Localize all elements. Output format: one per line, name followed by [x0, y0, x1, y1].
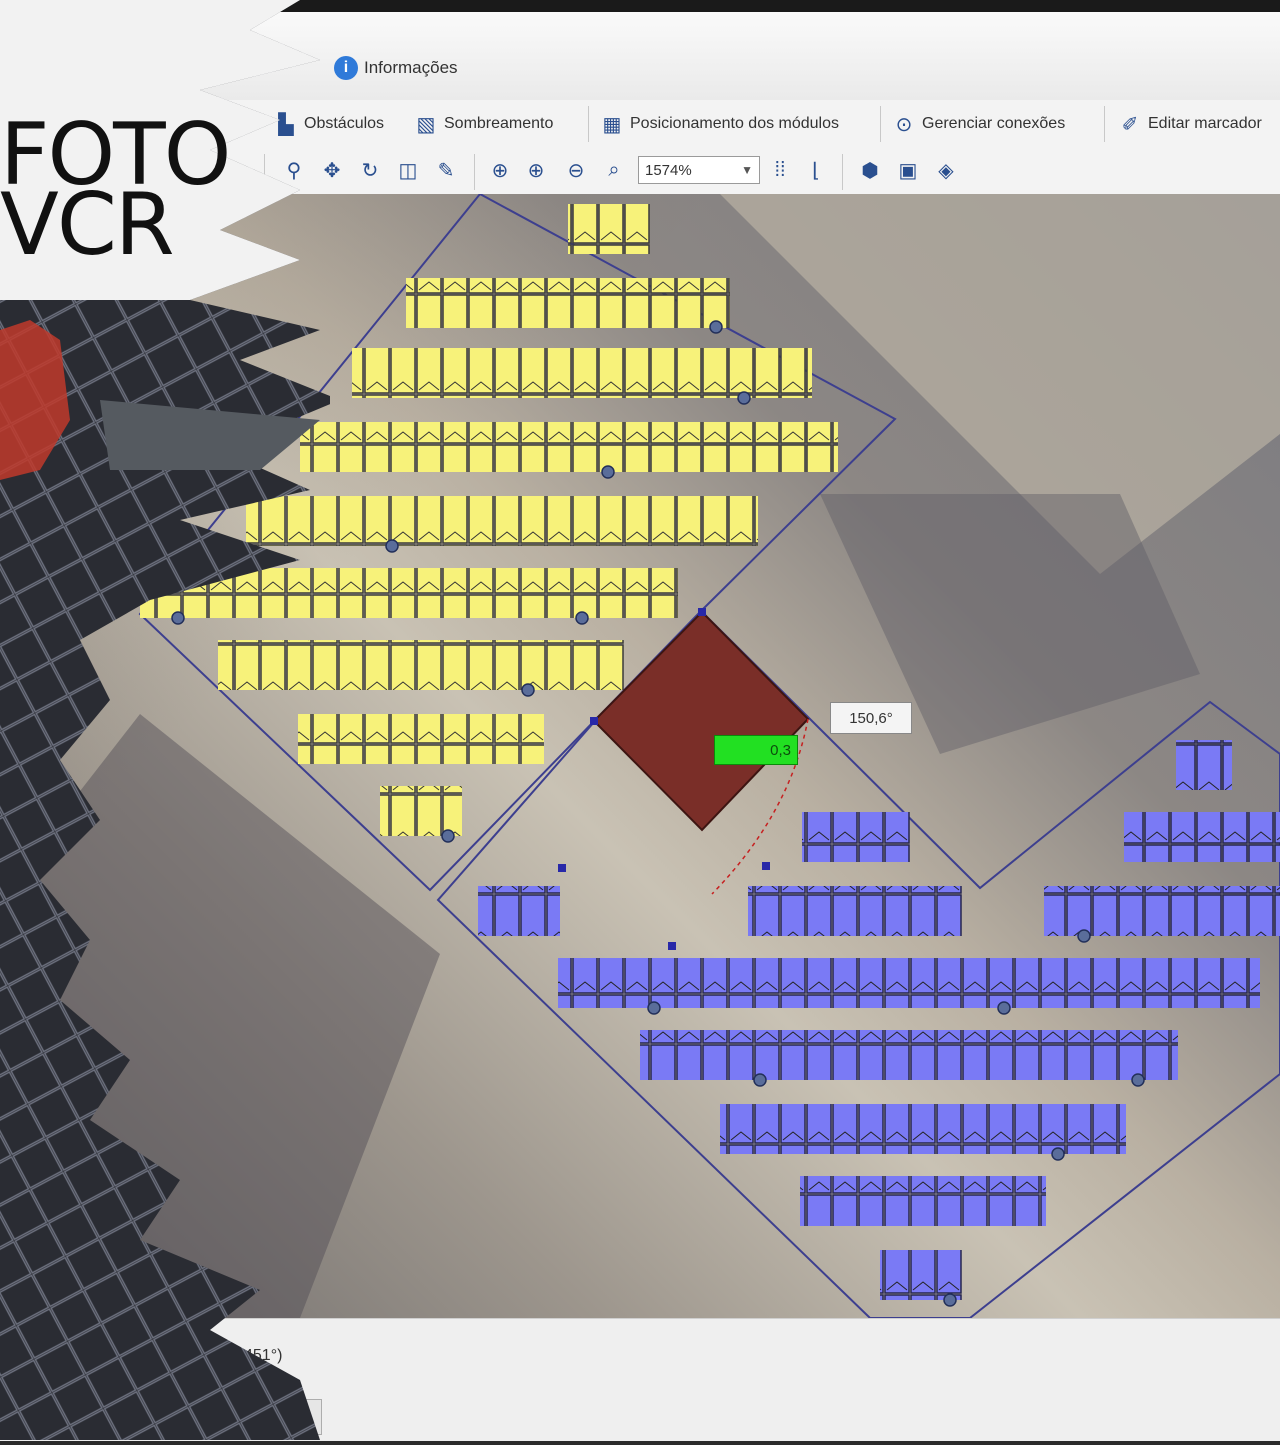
undo-icon[interactable]: ↶: [194, 158, 218, 182]
advance-button[interactable]: nçar: [244, 1399, 322, 1435]
window-titlebar: [0, 0, 1280, 12]
status-bar: 451°) nçar: [0, 1318, 1280, 1441]
zoom-in-icon[interactable]: ⊕: [524, 158, 548, 182]
blue-module-row[interactable]: [478, 886, 560, 936]
angle-readout: 150,6°: [830, 702, 912, 734]
toolbar-separator: [474, 154, 475, 190]
obstacle-height-input[interactable]: 0,3: [714, 735, 798, 765]
toolbar-separator: [264, 154, 265, 190]
menu-info-label: Informações: [364, 58, 458, 77]
connections-icon: ⊙: [895, 113, 913, 136]
toolbar-separator: [588, 106, 589, 142]
edit-marker-icon: ✐: [1121, 113, 1139, 136]
pencil-icon[interactable]: ✎: [434, 158, 458, 182]
manage-connections-label: Gerenciar conexões: [922, 115, 1066, 132]
view-3d-icon[interactable]: ⬢: [858, 158, 882, 182]
yellow-module-row[interactable]: [300, 422, 838, 472]
design-canvas[interactable]: 150,6° 0,3: [0, 194, 1280, 1318]
yellow-module-row[interactable]: [352, 348, 812, 398]
rotate-icon[interactable]: ↻: [358, 158, 382, 182]
globe-icon[interactable]: ◈: [934, 158, 958, 182]
app-window: i Informações metria ✎ áreas ▙ Obstáculo…: [0, 0, 1280, 1441]
main-toolbar: metria ✎ áreas ▙ Obstáculos ▧ Sombreamen…: [0, 100, 1280, 149]
blue-module-row[interactable]: [1124, 812, 1280, 862]
menu-info[interactable]: i Informações: [334, 56, 458, 80]
yellow-module-row[interactable]: [298, 714, 544, 764]
axis-icon[interactable]: ⌊: [804, 158, 828, 182]
select-icon[interactable]: ⚲: [282, 158, 306, 182]
zoom-value: 1574%: [645, 161, 692, 179]
layout-drawing: [0, 194, 1280, 1318]
zoom-out-icon[interactable]: ⊖: [564, 158, 588, 182]
toolbar-separator: [162, 106, 163, 142]
blue-module-row[interactable]: [802, 812, 910, 862]
obstacle-shape[interactable]: [592, 610, 810, 832]
geometry-button[interactable]: metria: [100, 110, 144, 138]
edit-markers-button[interactable]: ✐ Editar marcador: [1118, 110, 1262, 138]
toolbar-separator: [880, 106, 881, 142]
areas-label: áreas: [208, 115, 249, 132]
yellow-module-row[interactable]: [246, 496, 758, 546]
blue-module-row[interactable]: [880, 1250, 962, 1300]
status-text: 451°): [244, 1347, 283, 1364]
blue-module-row[interactable]: [800, 1176, 1046, 1226]
blue-module-row[interactable]: [558, 958, 1260, 1008]
yellow-module-row[interactable]: [140, 568, 678, 618]
areas-button[interactable]: ✎ áreas: [178, 110, 248, 138]
move-icon[interactable]: ✥: [320, 158, 344, 182]
shading-icon: ▧: [416, 113, 436, 136]
toolbar-separator: [842, 154, 843, 190]
edit-markers-label: Editar marcador: [1148, 115, 1262, 132]
grid-icon[interactable]: ⁞⁞: [768, 158, 792, 182]
toolbar-separator: [1104, 106, 1105, 142]
module-positioning-label: Posicionamento dos módulos: [630, 115, 840, 132]
blue-module-row[interactable]: [640, 1030, 1178, 1080]
chevron-down-icon: ▼: [741, 163, 753, 177]
blue-module-row[interactable]: [748, 886, 962, 936]
shading-label: Sombreamento: [444, 115, 554, 132]
zoom-fit-icon[interactable]: ⊕: [488, 158, 512, 182]
manage-connections-button[interactable]: ⊙ Gerenciar conexões: [892, 110, 1066, 138]
yellow-module-row[interactable]: [380, 786, 462, 836]
geometry-label: metria: [100, 115, 145, 132]
yellow-module-row[interactable]: [218, 640, 624, 690]
blue-module-row[interactable]: [1176, 740, 1232, 790]
blue-module-row[interactable]: [1044, 886, 1280, 936]
obstacles-button[interactable]: ▙ Obstáculos: [274, 110, 384, 138]
module-positioning-button[interactable]: ▦ Posicionamento dos módulos: [600, 110, 839, 138]
shadow-patch: [0, 714, 440, 1318]
obstacles-icon: ▙: [278, 113, 294, 136]
resize-icon[interactable]: ◫: [396, 158, 420, 182]
yellow-module-row[interactable]: [568, 204, 650, 254]
view-toolbar: ↶ ↷ ⚲ ✥ ↻ ◫ ✎ ⊕ ⊕ ⊖ ⌕ 1574% ▼ ⁞⁞ ⌊ ⬢ ▣ ◈: [0, 148, 1280, 195]
zoom-window-icon[interactable]: ⌕: [602, 158, 626, 182]
blue-module-row[interactable]: [720, 1104, 1126, 1154]
module-grid-icon: ▦: [602, 113, 622, 136]
menu-bar: i Informações: [0, 12, 1280, 101]
info-icon: i: [334, 56, 358, 80]
map-icon[interactable]: ▣: [896, 158, 920, 182]
redo-icon[interactable]: ↷: [228, 158, 252, 182]
obstacles-label: Obstáculos: [304, 115, 385, 132]
zoom-select[interactable]: 1574% ▼: [638, 156, 760, 184]
areas-icon: ✎: [181, 113, 199, 136]
shading-button[interactable]: ▧ Sombreamento: [414, 110, 554, 138]
yellow-module-row[interactable]: [406, 278, 730, 328]
